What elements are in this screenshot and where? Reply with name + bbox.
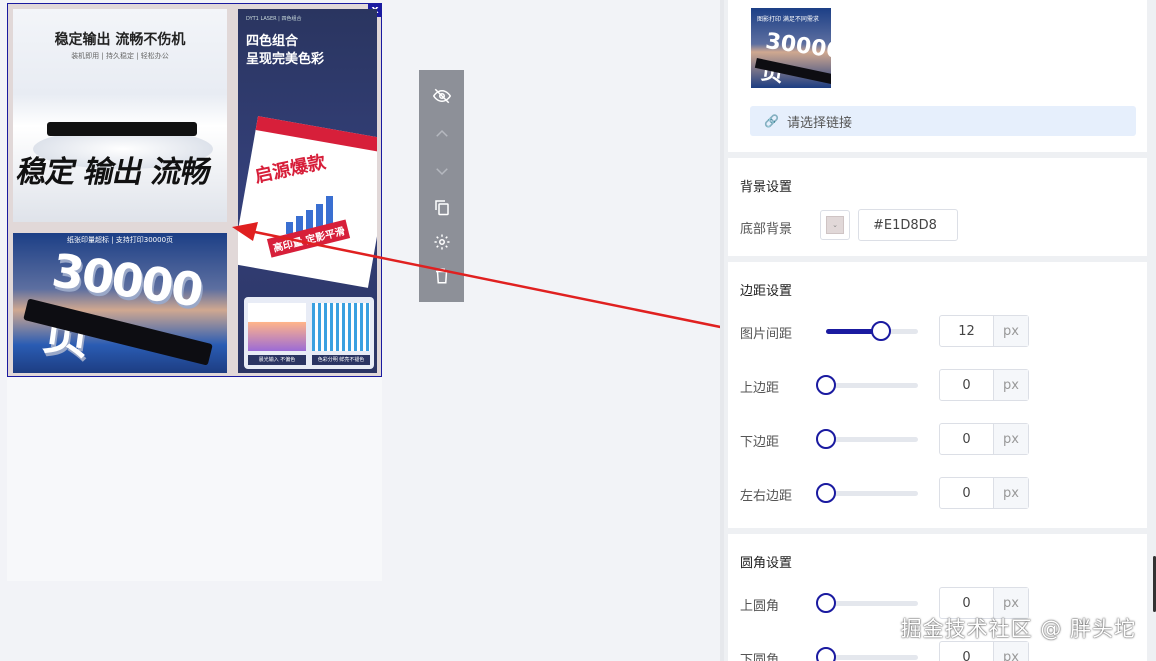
setting-number-input[interactable]: 0 px [939, 477, 1029, 509]
setting-number-input[interactable]: 0 px [939, 641, 1029, 661]
unit-label: px [993, 370, 1028, 400]
slider-knob[interactable] [816, 483, 836, 503]
eye-icon[interactable] [419, 78, 464, 114]
setting-slider[interactable] [816, 429, 918, 449]
setting-label: 左右边距 [740, 489, 793, 504]
card-label-left: 晨光输入 不偏色 [248, 355, 306, 365]
link-placeholder: 请选择链接 [786, 115, 852, 131]
image-section: 图影打印 满足不同需求 30000页 🔗 请选择链接 [728, 0, 1147, 152]
unit-label: px [993, 316, 1028, 346]
section-title: 圆角设置 [740, 556, 793, 571]
module-toolbar [419, 70, 464, 302]
image-grid-module[interactable]: x 稳定输出 流畅不伤机 装机即用 | 持久稳定 | 轻松办公 稳定 输出 流畅… [7, 3, 382, 377]
settings-panel: 图影打印 满足不同需求 30000页 🔗 请选择链接 背景设置 底部背景 ⌄ #… [720, 0, 1156, 661]
setting-number-input[interactable]: 12 px [939, 315, 1029, 347]
image-top-text: 纸张印量超标 | 支持打印30000页 [66, 236, 174, 244]
slider-knob[interactable] [816, 375, 836, 395]
chevron-down-icon: ⌄ [826, 216, 844, 234]
bottom-bg-label: 底部背景 [740, 222, 793, 237]
margin-section: 边距设置 图片间距 12 px 上边距 0 px 下边距 0 px 左右边距 0… [728, 262, 1147, 528]
image-headline: 稳定输出 流畅不伤机 [54, 32, 186, 48]
sample-chart-right [312, 303, 370, 351]
section-title: 边距设置 [740, 284, 793, 299]
setting-value[interactable]: 0 [940, 424, 993, 454]
setting-value[interactable]: 0 [940, 370, 993, 400]
section-title: 背景设置 [740, 180, 793, 195]
image-top-text: DYT1 LASER | 四色组合 [246, 16, 302, 22]
unit-label: px [993, 478, 1028, 508]
trash-icon[interactable] [419, 258, 464, 294]
slider-track [826, 491, 918, 496]
image-big-text: 稳定 输出 流畅 [13, 155, 214, 190]
arrow-up-icon[interactable] [419, 116, 464, 152]
setting-value[interactable]: 12 [940, 316, 993, 346]
color-picker[interactable]: ⌄ [820, 210, 850, 240]
setting-slider[interactable] [816, 593, 918, 613]
slider-knob[interactable] [816, 593, 836, 613]
slider-track [826, 437, 918, 442]
sample-card: 晨光输入 不偏色 色彩分明 鲜亮不褪色 [244, 297, 374, 369]
copy-icon[interactable] [419, 189, 464, 225]
thumb-top-text: 图影打印 满足不同需求 [757, 16, 819, 23]
watermark: 掘金技术社区 @ 胖头坨 [900, 617, 1136, 641]
setting-number-input[interactable]: 0 px [939, 369, 1029, 401]
image-headline: 四色组合 呈现完美色彩 [246, 34, 325, 67]
slider-track [826, 383, 918, 388]
unit-label: px [993, 424, 1028, 454]
grid-image-1[interactable]: 稳定输出 流畅不伤机 装机即用 | 持久稳定 | 轻松办公 稳定 输出 流畅 [13, 9, 227, 222]
slider-knob[interactable] [816, 647, 836, 661]
setting-value[interactable]: 0 [940, 478, 993, 508]
unit-label: px [993, 642, 1028, 661]
setting-label: 上边距 [740, 381, 780, 396]
toner-cartridge [47, 122, 197, 136]
slider-track [826, 601, 918, 606]
sample-chart-left [248, 303, 306, 351]
slider-track [826, 655, 918, 660]
image-subline: 装机即用 | 持久稳定 | 轻松办公 [71, 52, 169, 60]
setting-label: 下圆角 [740, 653, 780, 661]
slider-knob[interactable] [816, 429, 836, 449]
image-thumbnail[interactable]: 图影打印 满足不同需求 30000页 [751, 8, 831, 88]
setting-value[interactable]: 0 [940, 642, 993, 661]
setting-slider[interactable] [816, 647, 918, 661]
setting-slider[interactable] [818, 321, 918, 341]
arrow-down-icon[interactable] [419, 153, 464, 189]
setting-slider[interactable] [816, 483, 918, 503]
card-label-right: 色彩分明 鲜亮不褪色 [312, 355, 370, 365]
preview-canvas: x 稳定输出 流畅不伤机 装机即用 | 持久稳定 | 轻松办公 稳定 输出 流畅… [7, 3, 382, 581]
setting-slider[interactable] [816, 375, 918, 395]
grid-image-3[interactable]: 纸张印量超标 | 支持打印30000页 30000页 [13, 233, 227, 373]
link-icon: 🔗 [764, 114, 779, 128]
background-section: 背景设置 底部背景 ⌄ #E1D8D8 [728, 158, 1147, 256]
setting-label: 图片间距 [740, 327, 793, 342]
setting-number-input[interactable]: 0 px [939, 423, 1029, 455]
gear-icon[interactable] [419, 224, 464, 260]
setting-label: 上圆角 [740, 599, 780, 614]
setting-label: 下边距 [740, 435, 780, 450]
color-value-input[interactable]: #E1D8D8 [858, 209, 958, 241]
grid-image-2[interactable]: DYT1 LASER | 四色组合 四色组合 呈现完美色彩 启源爆款 高印量 定… [238, 9, 377, 373]
slider-knob[interactable] [871, 321, 891, 341]
link-select[interactable]: 🔗 请选择链接 [750, 106, 1136, 136]
